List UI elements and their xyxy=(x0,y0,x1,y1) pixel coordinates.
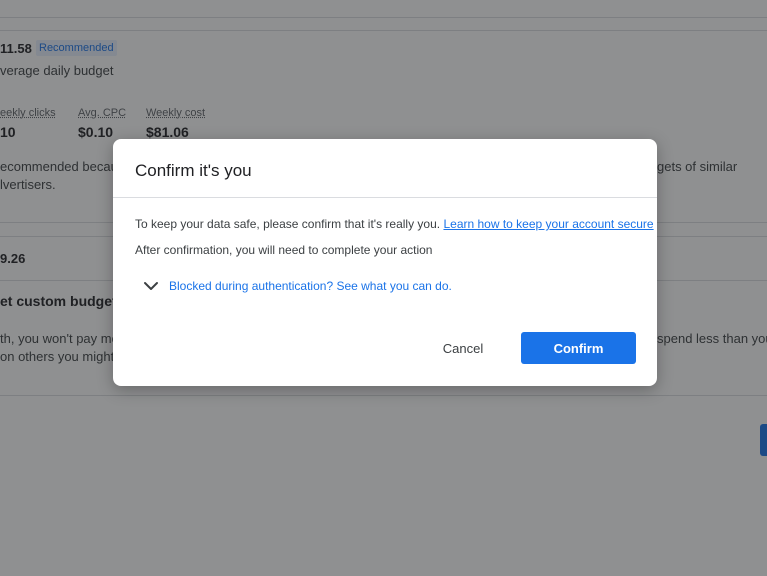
after-confirmation-text: After confirmation, you will need to com… xyxy=(135,243,433,257)
dialog-divider xyxy=(113,197,657,198)
learn-account-security-link[interactable]: Learn how to keep your account secure xyxy=(443,217,653,231)
confirm-identity-dialog: Confirm it's you To keep your data safe,… xyxy=(113,139,657,386)
blocked-auth-expander[interactable]: Blocked during authentication? See what … xyxy=(143,278,452,294)
blocked-auth-label: Blocked during authentication? See what … xyxy=(169,279,452,293)
chevron-down-icon xyxy=(143,278,159,294)
cancel-button[interactable]: Cancel xyxy=(423,332,503,364)
dialog-message-text: To keep your data safe, please confirm t… xyxy=(135,217,441,231)
dialog-title: Confirm it's you xyxy=(135,161,252,180)
dialog-message: To keep your data safe, please confirm t… xyxy=(135,217,654,231)
confirm-button[interactable]: Confirm xyxy=(521,332,636,364)
